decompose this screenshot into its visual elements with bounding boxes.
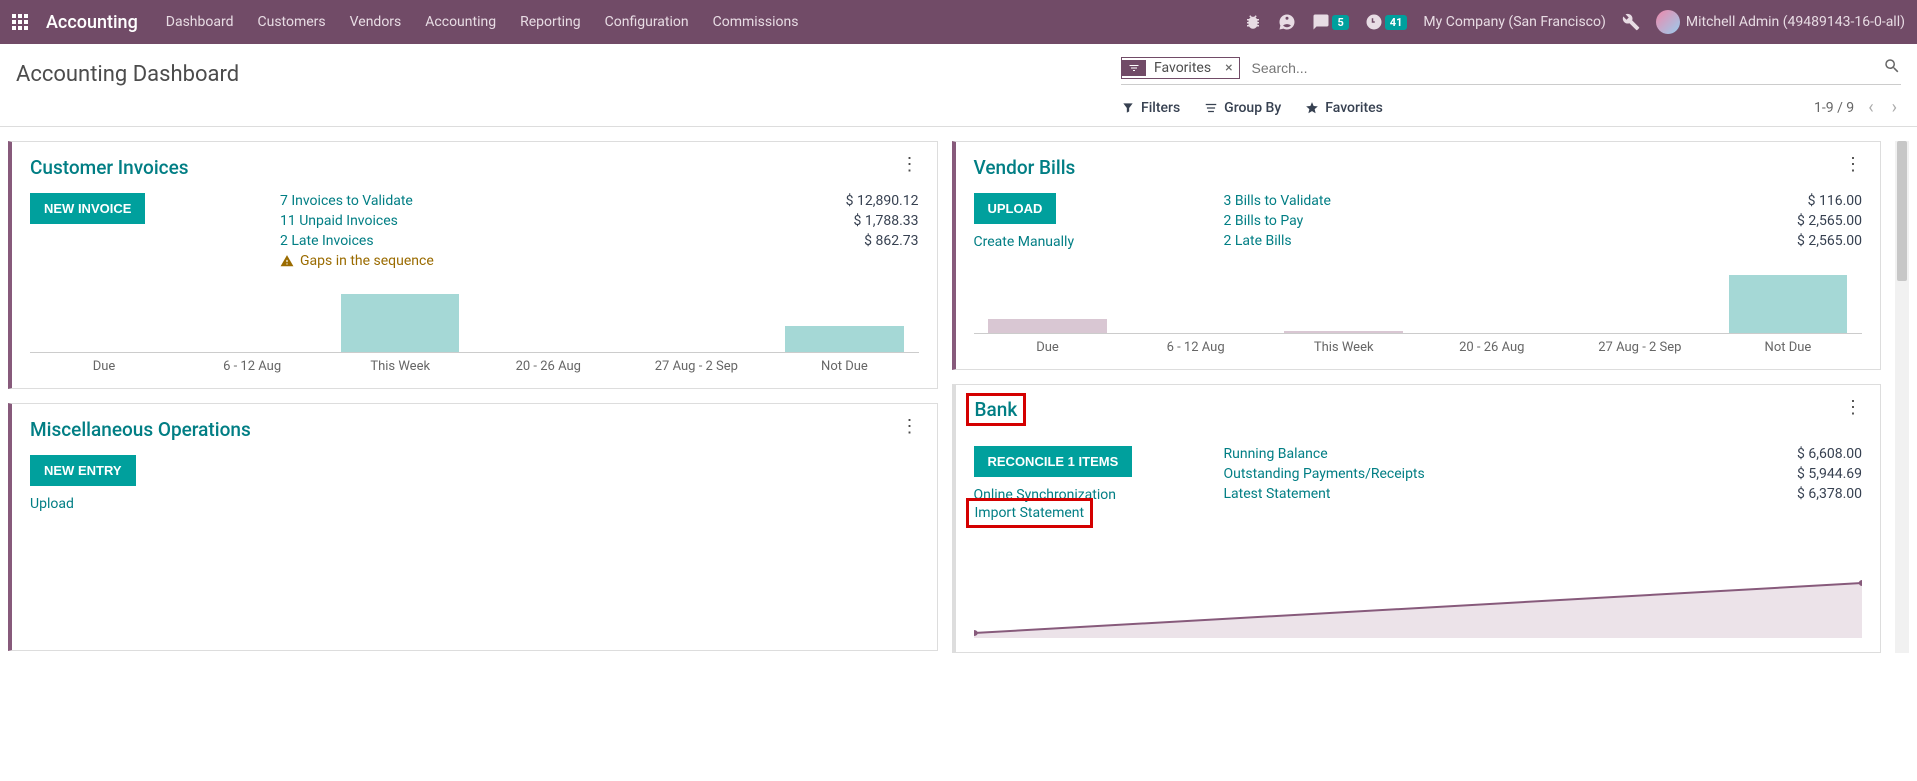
vertical-scrollbar[interactable] bbox=[1895, 141, 1909, 653]
misc-upload-link[interactable]: Upload bbox=[30, 496, 250, 512]
bank-sparkline bbox=[974, 578, 1863, 638]
new-invoice-button[interactable]: NEW INVOICE bbox=[30, 193, 145, 224]
page-title: Accounting Dashboard bbox=[16, 56, 239, 87]
card-title-invoices[interactable]: Customer Invoices bbox=[30, 156, 189, 179]
card-title-bills[interactable]: Vendor Bills bbox=[974, 156, 1076, 179]
card-bank: Bank ⋮ RECONCILE 1 ITEMS Online Synchron… bbox=[952, 384, 1882, 653]
warning-gaps: Gaps in the sequence bbox=[280, 253, 434, 269]
brand-link[interactable]: Accounting bbox=[46, 12, 138, 33]
search-facet-favorites: Favorites × bbox=[1121, 57, 1240, 79]
link-invoices-validate[interactable]: 7 Invoices to Validate bbox=[280, 193, 413, 209]
card-menu-invoices[interactable]: ⋮ bbox=[901, 156, 919, 174]
avatar bbox=[1656, 10, 1680, 34]
link-bills-validate[interactable]: 3 Bills to Validate bbox=[1224, 193, 1331, 209]
menu-accounting[interactable]: Accounting bbox=[425, 14, 496, 30]
link-outstanding[interactable]: Outstanding Payments/Receipts bbox=[1224, 466, 1425, 482]
card-menu-bank[interactable]: ⋮ bbox=[1844, 399, 1862, 417]
search-area: Favorites × Filters Group By Favorites bbox=[1121, 56, 1901, 118]
create-bill-link[interactable]: Create Manually bbox=[974, 234, 1194, 250]
bug-icon[interactable] bbox=[1244, 13, 1262, 31]
pager-next[interactable]: › bbox=[1888, 97, 1901, 118]
link-invoices-late[interactable]: 2 Late Invoices bbox=[280, 233, 374, 249]
main-menu: Dashboard Customers Vendors Accounting R… bbox=[166, 14, 799, 30]
control-bar: Accounting Dashboard Favorites × Filters bbox=[0, 44, 1917, 118]
menu-reporting[interactable]: Reporting bbox=[520, 14, 581, 30]
dashboard-grid: Customer Invoices ⋮ NEW INVOICE 7 Invoic… bbox=[0, 127, 1917, 667]
card-menu-misc[interactable]: ⋮ bbox=[901, 418, 919, 436]
link-invoices-unpaid[interactable]: 11 Unpaid Invoices bbox=[280, 213, 398, 229]
new-entry-button[interactable]: NEW ENTRY bbox=[30, 455, 136, 486]
navbar-right: 5 41 My Company (San Francisco) Mitchell… bbox=[1244, 10, 1905, 34]
pager-text: 1-9 / 9 bbox=[1814, 100, 1854, 116]
filters-button[interactable]: Filters bbox=[1121, 100, 1180, 116]
menu-vendors[interactable]: Vendors bbox=[350, 14, 402, 30]
search-icon[interactable] bbox=[1883, 57, 1901, 79]
link-latest-statement[interactable]: Latest Statement bbox=[1224, 486, 1331, 502]
tools-icon[interactable] bbox=[1622, 13, 1640, 31]
top-navbar: Accounting Dashboard Customers Vendors A… bbox=[0, 0, 1917, 44]
facet-remove[interactable]: × bbox=[1219, 60, 1238, 76]
apps-icon[interactable] bbox=[12, 14, 28, 30]
activities-icon[interactable]: 41 bbox=[1365, 13, 1408, 31]
favorites-button[interactable]: Favorites bbox=[1305, 100, 1383, 116]
company-switcher[interactable]: My Company (San Francisco) bbox=[1423, 14, 1605, 30]
card-customer-invoices: Customer Invoices ⋮ NEW INVOICE 7 Invoic… bbox=[8, 141, 938, 389]
support-icon[interactable] bbox=[1278, 13, 1296, 31]
menu-dashboard[interactable]: Dashboard bbox=[166, 14, 234, 30]
menu-commissions[interactable]: Commissions bbox=[713, 14, 799, 30]
pager-prev[interactable]: ‹ bbox=[1864, 97, 1877, 118]
link-bills-pay[interactable]: 2 Bills to Pay bbox=[1224, 213, 1304, 229]
facet-label: Favorites bbox=[1146, 58, 1219, 78]
menu-customers[interactable]: Customers bbox=[258, 14, 326, 30]
user-name: Mitchell Admin (49489143-16-0-all) bbox=[1686, 14, 1905, 30]
link-running-balance[interactable]: Running Balance bbox=[1224, 446, 1328, 462]
user-menu[interactable]: Mitchell Admin (49489143-16-0-all) bbox=[1656, 10, 1905, 34]
import-statement-link[interactable]: Import Statement bbox=[975, 503, 1085, 523]
activities-badge: 41 bbox=[1385, 15, 1408, 30]
link-bills-late[interactable]: 2 Late Bills bbox=[1224, 233, 1292, 249]
menu-configuration[interactable]: Configuration bbox=[605, 14, 689, 30]
reconcile-button[interactable]: RECONCILE 1 ITEMS bbox=[974, 446, 1133, 477]
groupby-button[interactable]: Group By bbox=[1204, 100, 1281, 116]
invoices-chart: Due6 - 12 AugThis Week20 - 26 Aug27 Aug … bbox=[30, 293, 919, 374]
search-input[interactable] bbox=[1248, 56, 1883, 80]
chat-badge: 5 bbox=[1332, 15, 1348, 30]
card-menu-bills[interactable]: ⋮ bbox=[1844, 156, 1862, 174]
card-vendor-bills: Vendor Bills ⋮ UPLOAD Create Manually 3 … bbox=[952, 141, 1882, 370]
funnel-icon bbox=[1122, 60, 1146, 76]
card-title-bank[interactable]: Bank bbox=[975, 398, 1018, 421]
bills-chart: Due6 - 12 AugThis Week20 - 26 Aug27 Aug … bbox=[974, 274, 1863, 355]
upload-bill-button[interactable]: UPLOAD bbox=[974, 193, 1057, 224]
card-miscellaneous: Miscellaneous Operations ⋮ NEW ENTRY Upl… bbox=[8, 403, 938, 651]
card-title-misc[interactable]: Miscellaneous Operations bbox=[30, 418, 251, 441]
chat-icon[interactable]: 5 bbox=[1312, 13, 1348, 31]
warning-icon bbox=[280, 254, 294, 268]
